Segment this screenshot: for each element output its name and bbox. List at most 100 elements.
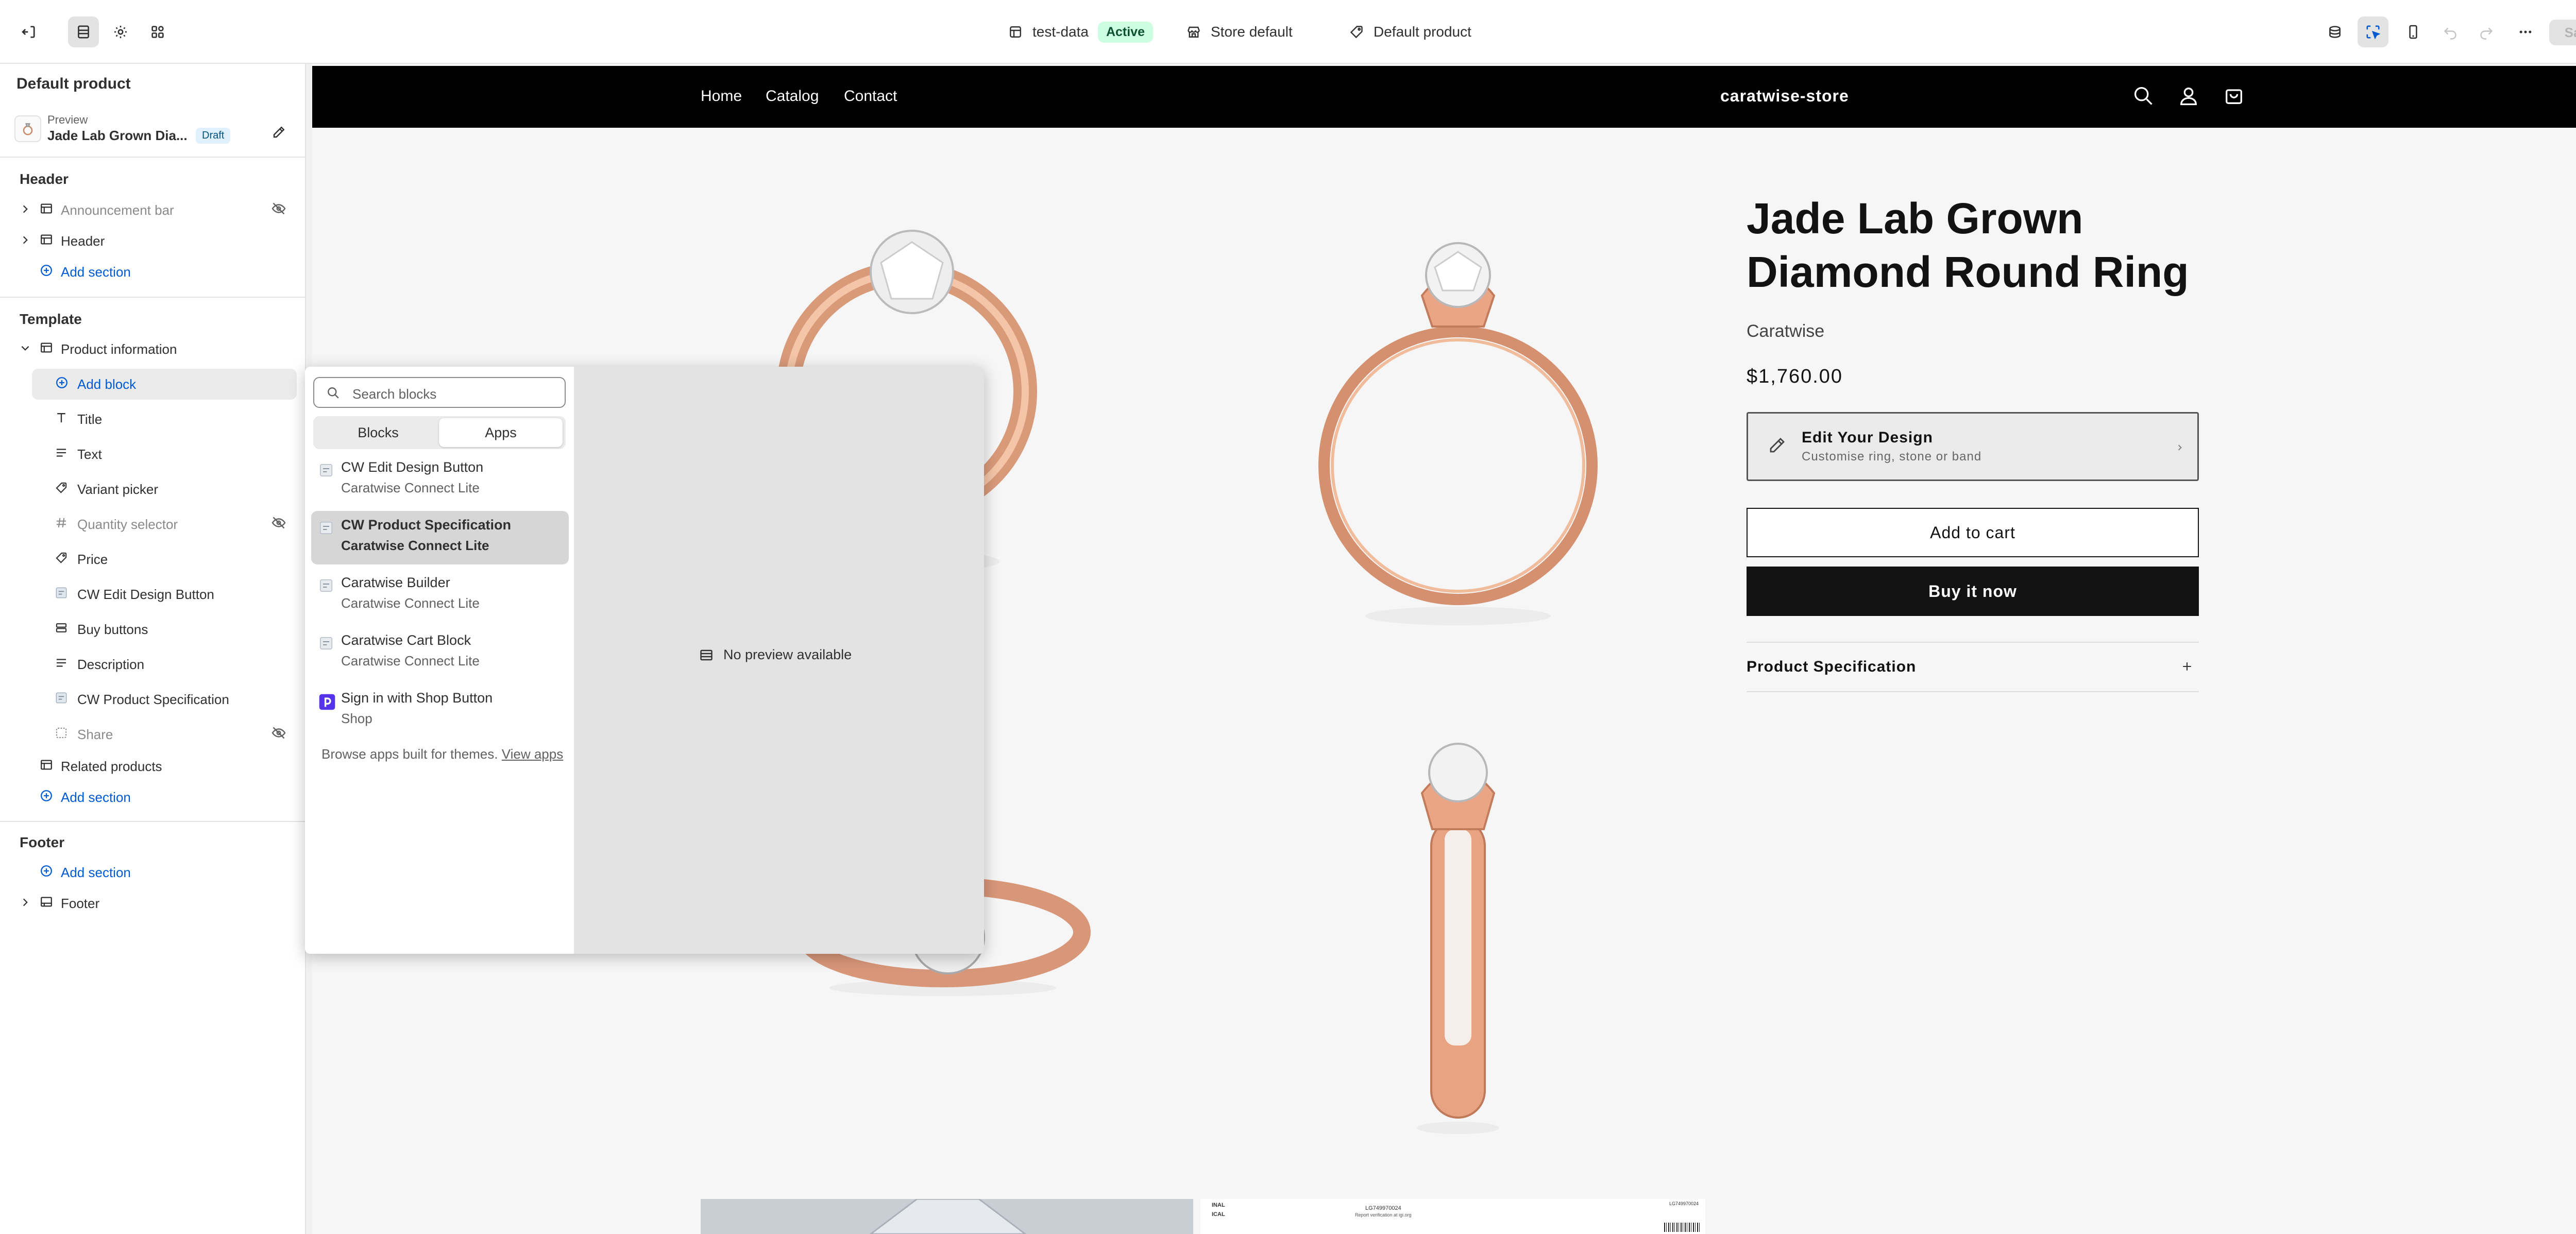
chevron-right-icon bbox=[2174, 441, 2186, 456]
theme-name: test-data bbox=[1032, 24, 1089, 40]
block-share[interactable]: Share bbox=[0, 719, 306, 750]
cart-icon[interactable] bbox=[2223, 84, 2245, 110]
tag-icon bbox=[1350, 26, 1363, 39]
app-block-item[interactable]: Caratwise Builder Caratwise Connect Lite bbox=[311, 569, 569, 622]
inspector-icon[interactable] bbox=[2319, 16, 2350, 47]
edit-pencil-icon[interactable] bbox=[271, 125, 286, 143]
store-logo-text[interactable]: caratwise-store bbox=[1720, 87, 1849, 106]
section-announcement-bar[interactable]: Announcement bar bbox=[0, 195, 306, 226]
theme-selector[interactable]: test-data Active bbox=[1008, 20, 1153, 44]
edit-design-button[interactable]: Edit Your Design Customise ring, stone o… bbox=[1747, 412, 2199, 481]
section-header[interactable]: Header bbox=[0, 226, 306, 256]
preview-product-row[interactable]: Preview Jade Lab Grown Dia... Draft bbox=[14, 111, 293, 150]
sections-icon[interactable] bbox=[68, 16, 99, 47]
app-block-item-selected[interactable]: CW Product Specification Caratwise Conne… bbox=[311, 511, 569, 564]
add-to-cart-button[interactable]: Add to cart bbox=[1747, 508, 2199, 557]
apps-icon[interactable] bbox=[142, 16, 173, 47]
select-mode-icon[interactable] bbox=[2358, 16, 2388, 47]
undo-icon[interactable] bbox=[2435, 16, 2466, 47]
section-label: Related products bbox=[61, 758, 162, 774]
app-block-icon bbox=[55, 691, 68, 708]
redo-icon[interactable] bbox=[2471, 16, 2502, 47]
view-apps-link[interactable]: View apps bbox=[502, 746, 564, 762]
section-label: Announcement bar bbox=[61, 202, 174, 218]
store-label: Store default bbox=[1211, 24, 1293, 40]
tab-apps[interactable]: Apps bbox=[439, 418, 563, 447]
plus-icon bbox=[2180, 656, 2194, 678]
add-section-header[interactable]: Add section bbox=[0, 256, 306, 287]
app-block-icon bbox=[55, 586, 68, 603]
account-icon[interactable] bbox=[2177, 84, 2200, 110]
no-preview-label: No preview available bbox=[723, 647, 852, 662]
search-placeholder: Search blocks bbox=[352, 386, 437, 402]
app-block-source: Caratwise Connect Lite bbox=[341, 480, 480, 495]
app-block-name: Caratwise Builder bbox=[341, 575, 450, 590]
template-selector[interactable]: Default product bbox=[1349, 20, 1471, 44]
more-actions-icon[interactable] bbox=[2510, 16, 2541, 47]
no-preview-icon bbox=[700, 649, 713, 660]
divider bbox=[0, 157, 306, 158]
text-lines-icon bbox=[55, 656, 68, 673]
nav-link-contact[interactable]: Contact bbox=[844, 88, 897, 105]
plus-circle-icon bbox=[39, 789, 54, 807]
nav-link-catalog[interactable]: Catalog bbox=[766, 88, 819, 105]
add-block-label: Add block bbox=[77, 376, 137, 392]
exit-icon[interactable] bbox=[13, 16, 44, 47]
block-label: CW Product Specification bbox=[77, 691, 229, 707]
app-block-name: CW Product Specification bbox=[341, 517, 512, 533]
block-buy-buttons[interactable]: Buy buttons bbox=[0, 614, 306, 645]
section-related-products[interactable]: Related products bbox=[0, 751, 306, 782]
section-label: Product information bbox=[61, 341, 177, 357]
chevron-right-icon[interactable] bbox=[20, 202, 31, 218]
block-quantity-selector[interactable]: Quantity selector bbox=[0, 509, 306, 540]
store-selector[interactable]: Store default bbox=[1186, 20, 1293, 44]
shop-logo-icon bbox=[318, 693, 335, 710]
save-button[interactable]: Save bbox=[2549, 20, 2576, 45]
mobile-preview-icon[interactable] bbox=[2398, 16, 2429, 47]
plus-circle-icon bbox=[39, 263, 54, 281]
settings-gear-icon[interactable] bbox=[105, 16, 136, 47]
theme-icon bbox=[1010, 26, 1021, 38]
hidden-eye-icon[interactable] bbox=[271, 725, 286, 744]
block-label: Quantity selector bbox=[77, 516, 178, 532]
add-section-template[interactable]: Add section bbox=[0, 782, 306, 813]
product-specification-accordion[interactable]: Product Specification bbox=[1747, 642, 2199, 692]
add-block-button[interactable]: Add block bbox=[0, 369, 306, 400]
app-block-item[interactable]: Caratwise Cart Block Caratwise Connect L… bbox=[311, 626, 569, 680]
plus-circle-icon bbox=[55, 375, 69, 393]
nav-link-home[interactable]: Home bbox=[701, 88, 742, 105]
block-cw-product-specification[interactable]: CW Product Specification bbox=[0, 684, 306, 715]
block-cw-edit-design-button[interactable]: CW Edit Design Button bbox=[0, 579, 306, 610]
app-block-source: Caratwise Connect Lite bbox=[341, 653, 480, 669]
chevron-right-icon[interactable] bbox=[20, 896, 31, 912]
chevron-right-icon[interactable] bbox=[20, 233, 31, 249]
add-section-label: Add section bbox=[61, 789, 131, 805]
section-label: Header bbox=[61, 233, 105, 249]
section-footer[interactable]: Footer bbox=[0, 888, 306, 919]
edit-design-subtitle: Customise ring, stone or band bbox=[1802, 450, 1982, 464]
block-label: Variant picker bbox=[77, 481, 159, 497]
search-icon[interactable] bbox=[2132, 84, 2155, 110]
hidden-eye-icon[interactable] bbox=[271, 515, 286, 534]
chevron-down-icon[interactable] bbox=[20, 341, 31, 357]
add-section-footer[interactable]: Add section bbox=[0, 857, 306, 888]
buy-buttons-icon bbox=[55, 621, 68, 638]
preview-label: Preview bbox=[47, 113, 88, 126]
search-blocks-input[interactable]: Search blocks bbox=[313, 377, 566, 408]
block-variant-picker[interactable]: Variant picker bbox=[0, 474, 306, 505]
block-price[interactable]: Price bbox=[0, 544, 306, 575]
block-description[interactable]: Description bbox=[0, 649, 306, 680]
block-text[interactable]: Text bbox=[0, 439, 306, 470]
hidden-eye-icon[interactable] bbox=[271, 201, 286, 220]
cert-text: ICAL bbox=[1212, 1211, 1225, 1218]
section-icon bbox=[39, 895, 54, 913]
app-block-item[interactable]: CW Edit Design Button Caratwise Connect … bbox=[311, 453, 569, 507]
block-title[interactable]: Title bbox=[0, 404, 306, 435]
browse-apps-text: Browse apps built for themes. View apps bbox=[321, 744, 564, 764]
product-title: Jade Lab Grown Diamond Round Ring bbox=[1747, 194, 2189, 296]
no-preview-message: No preview available bbox=[699, 647, 852, 663]
tab-blocks[interactable]: Blocks bbox=[316, 418, 440, 447]
section-product-information[interactable]: Product information bbox=[0, 334, 306, 365]
buy-it-now-button[interactable]: Buy it now bbox=[1747, 567, 2199, 616]
app-block-item[interactable]: Sign in with Shop Button Shop bbox=[311, 684, 569, 738]
